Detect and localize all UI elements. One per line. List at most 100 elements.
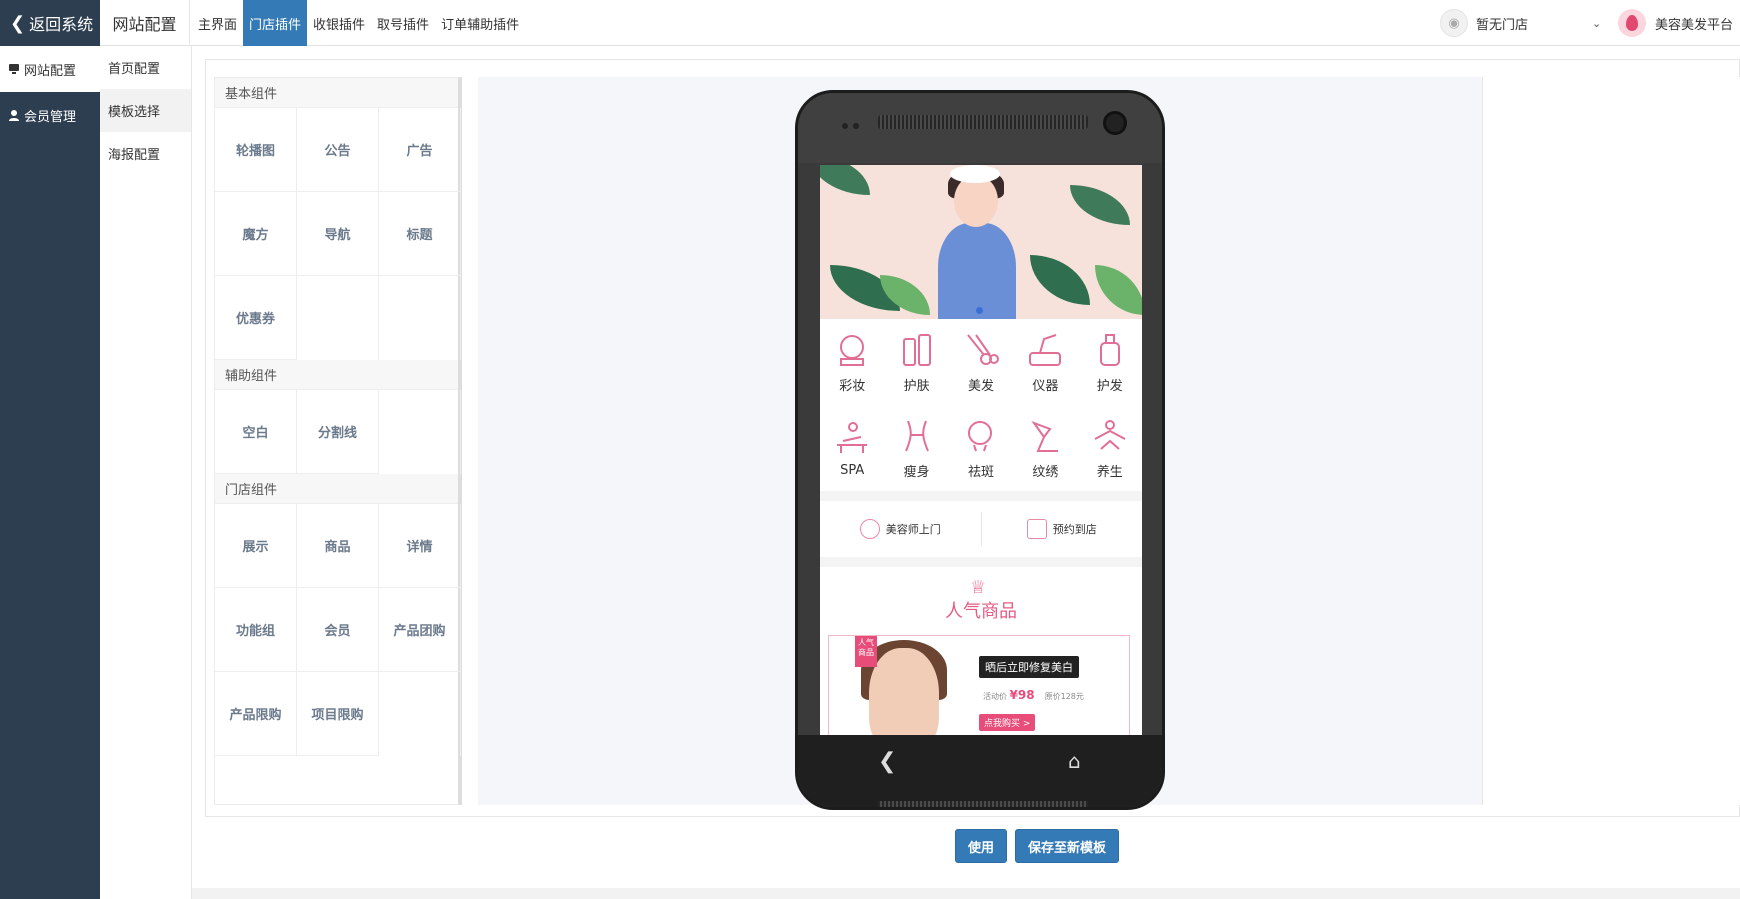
category-label: SPA [840, 462, 865, 478]
service-home-visit[interactable]: 美容师上门 [820, 519, 981, 539]
component-divider[interactable]: 分割线 [297, 390, 379, 474]
subnav-item-template-select[interactable]: 模板选择 [100, 89, 191, 132]
tab-store-plugin[interactable]: 门店插件 [243, 0, 308, 46]
service-label: 美容师上门 [885, 523, 941, 536]
tab-main[interactable]: 主界面 [192, 0, 243, 46]
grid-empty-cell [379, 390, 461, 474]
component-notice[interactable]: 公告 [297, 108, 379, 192]
category-slimming[interactable]: 瘦身 [884, 405, 948, 491]
category-freckle[interactable]: 祛斑 [949, 405, 1013, 491]
component-grid-auxiliary: 空白 分割线 [215, 390, 461, 474]
component-nav[interactable]: 导航 [297, 192, 379, 276]
component-grid-basic: 轮播图 公告 广告 魔方 导航 标题 优惠券 [215, 108, 461, 360]
makeup-icon [840, 334, 865, 366]
sidebar-item-site-config[interactable]: 网站配置 [0, 46, 100, 92]
component-title[interactable]: 标题 [379, 192, 461, 276]
phone-bottom-bezel: ❮ ⌂ [798, 735, 1162, 807]
store-selector[interactable]: ◉ 暂无门店 ⌄ [1440, 9, 1601, 37]
sidebar-item-members[interactable]: 会员管理 [0, 92, 100, 138]
monitor-icon [9, 64, 19, 74]
subnav-item-home-config[interactable]: 首页配置 [100, 46, 191, 89]
category-label: 彩妆 [839, 378, 866, 394]
group-title-auxiliary: 辅助组件 [215, 360, 458, 390]
back-label: 返回系统 [29, 15, 94, 34]
original-price: 原价128元 [1044, 692, 1084, 701]
save-new-template-button[interactable]: 保存至新模板 [1015, 829, 1120, 863]
chevron-left-icon: ❮ [10, 12, 26, 34]
user-icon [9, 110, 19, 121]
category-makeup[interactable]: 彩妆 [820, 319, 884, 405]
component-member[interactable]: 会员 [297, 588, 379, 672]
banner-image[interactable] [820, 165, 1142, 319]
slimming-icon [904, 420, 929, 451]
carousel-indicator[interactable] [976, 307, 983, 314]
category-haircare[interactable]: 护发 [1078, 319, 1142, 405]
phone-home-icon: ⌂ [1068, 749, 1081, 773]
service-store-booking[interactable]: 预约到店 [982, 519, 1143, 539]
sidebar-item-label: 会员管理 [24, 109, 77, 125]
category-spa[interactable]: SPA [820, 405, 884, 491]
category-tattoo[interactable]: 纹绣 [1013, 405, 1077, 491]
component-showcase[interactable]: 展示 [215, 504, 297, 588]
buy-button[interactable]: 点我购买 > [979, 714, 1036, 731]
component-coupon[interactable]: 优惠券 [215, 276, 297, 360]
component-grid-store: 展示 商品 详情 功能组 会员 产品团购 产品限购 项目限购 [215, 504, 461, 756]
category-label: 仪器 [1032, 378, 1059, 394]
location-pin-icon [859, 519, 880, 539]
store-name: 暂无门店 [1476, 17, 1529, 33]
store-avatar-icon: ◉ [1440, 9, 1468, 37]
sidebar: 网站配置 会员管理 [0, 46, 100, 899]
use-template-button[interactable]: 使用 [955, 829, 1008, 863]
category-skincare[interactable]: 护肤 [884, 319, 948, 405]
phone-mockup: 彩妆 护肤 美发 仪器 护发 SPA 瘦身 祛斑 纹绣 养生 美容师上门 预约到… [795, 90, 1165, 810]
component-detail[interactable]: 详情 [379, 504, 461, 588]
component-blank[interactable]: 空白 [215, 390, 297, 474]
component-group-buy[interactable]: 产品团购 [379, 588, 461, 672]
platform-logo-icon [1618, 9, 1646, 37]
hair-scissors-icon [967, 333, 999, 365]
speaker-grille [878, 115, 1088, 129]
category-instrument[interactable]: 仪器 [1013, 319, 1077, 405]
category-wellness[interactable]: 养生 [1078, 405, 1142, 491]
component-function-group[interactable]: 功能组 [215, 588, 297, 672]
group-title-store: 门店组件 [215, 474, 458, 504]
component-project-limit[interactable]: 项目限购 [297, 672, 379, 756]
instrument-icon [1029, 333, 1062, 366]
tab-queue-plugin[interactable]: 取号插件 [371, 0, 435, 46]
category-label: 纹绣 [1032, 464, 1059, 480]
properties-pane [1482, 77, 1740, 805]
haircare-icon [1099, 333, 1120, 366]
phone-screen: 彩妆 护肤 美发 仪器 护发 SPA 瘦身 祛斑 纹绣 养生 美容师上门 预约到… [820, 165, 1142, 735]
top-bar: ❮ 返回系统 网站配置 主界面 门店插件 收银插件 取号插件 订单辅助插件 ◉ … [0, 0, 1740, 46]
spa-icon [837, 421, 868, 453]
service-label: 预约到店 [1052, 523, 1097, 536]
product-ribbon: 人气商品 [855, 636, 877, 667]
component-product-limit[interactable]: 产品限购 [215, 672, 297, 756]
platform-account[interactable]: 美容美发平台 [1618, 9, 1733, 37]
component-cube[interactable]: 魔方 [215, 192, 297, 276]
popular-products: ♕ 人气商品 人气商品 晒后立即修复美白 活动价 ¥98 原价128元 点我购买… [820, 567, 1142, 735]
freckle-icon [967, 420, 992, 451]
banner-figure [938, 223, 1016, 319]
category-label: 养生 [1096, 464, 1123, 480]
subnav-item-poster-config[interactable]: 海报配置 [100, 132, 191, 175]
category-label: 美发 [967, 378, 994, 394]
tab-cashier-plugin[interactable]: 收银插件 [307, 0, 371, 46]
service-bar: 美容师上门 预约到店 [820, 501, 1142, 557]
category-label: 护肤 [903, 378, 930, 394]
bottom-speaker-grille [878, 801, 1088, 807]
component-carousel[interactable]: 轮播图 [215, 108, 297, 192]
tab-order-plugin[interactable]: 订单辅助插件 [435, 0, 525, 46]
component-ad[interactable]: 广告 [379, 108, 461, 192]
component-goods[interactable]: 商品 [297, 504, 379, 588]
back-to-system-button[interactable]: ❮ 返回系统 [0, 0, 100, 46]
action-bar: 使用 保存至新模板 [955, 829, 1120, 863]
product-card[interactable]: 人气商品 晒后立即修复美白 活动价 ¥98 原价128元 点我购买 > [828, 635, 1130, 735]
sub-nav: 首页配置 模板选择 海报配置 [100, 46, 192, 899]
category-hair[interactable]: 美发 [949, 319, 1013, 405]
camera-icon [1103, 111, 1127, 135]
crown-icon: ♕ [970, 577, 987, 598]
sidebar-item-label: 网站配置 [24, 63, 77, 79]
act-price: ¥98 [1009, 688, 1035, 702]
component-palette: 基本组件 轮播图 公告 广告 魔方 导航 标题 优惠券 辅助组件 空白 分割线 … [214, 77, 462, 805]
